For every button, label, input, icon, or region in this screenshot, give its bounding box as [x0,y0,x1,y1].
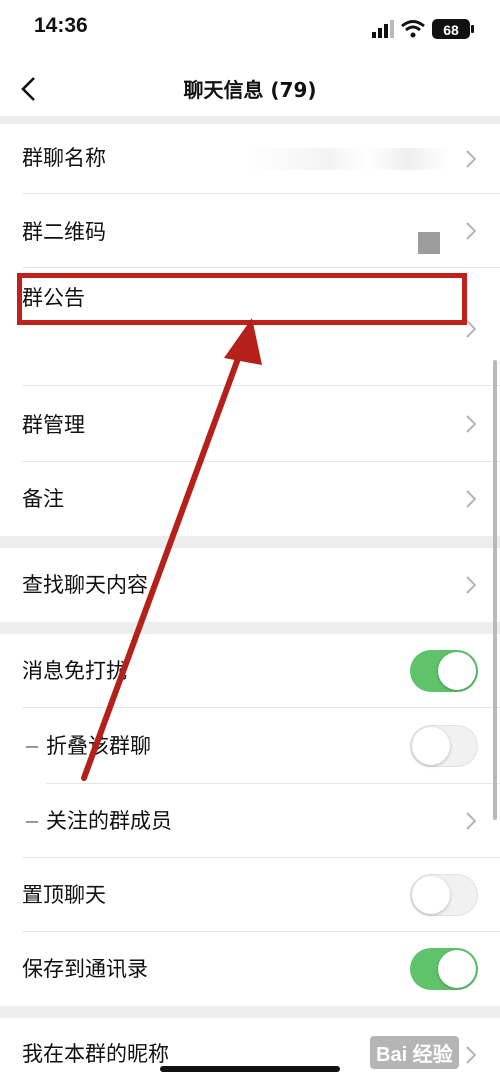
search-history-label: 查找聊天内容 [22,573,148,597]
pin-chat-toggle[interactable] [410,874,478,916]
mute-toggle[interactable] [410,650,478,692]
chevron-right-icon [466,415,476,433]
watermark: Bai 经验 [370,1036,459,1069]
qr-code-icon [418,232,440,254]
row-save-contacts: 保存到通讯录 [0,932,500,1006]
wifi-icon [401,20,425,38]
chevron-right-icon [466,1046,476,1064]
battery-level: 68 [443,22,459,38]
fold-chat-toggle[interactable] [410,725,478,767]
chevron-right-icon [466,320,476,338]
status-time: 14:36 [34,14,88,37]
group-name-label: 群聊名称 [22,146,106,170]
my-nickname-label: 我在本群的昵称 [22,1042,169,1066]
status-bar: 14:36 68 [0,0,500,62]
row-watched-members[interactable]: 关注的群成员 [0,784,500,858]
status-icons: 68 [372,19,474,39]
watched-members-label: 关注的群成员 [46,809,172,833]
chevron-right-icon [466,812,476,830]
group-qr-label: 群二维码 [22,220,106,244]
row-group-qr[interactable]: 群二维码 [0,194,500,268]
chevron-right-icon [466,490,476,508]
save-contacts-label: 保存到通讯录 [22,957,148,981]
signal-icon [372,20,394,38]
sub-item-dash [26,821,38,823]
chevron-right-icon [466,222,476,240]
home-indicator [160,1066,340,1072]
save-contacts-toggle[interactable] [410,948,478,990]
chevron-right-icon [466,150,476,168]
mute-label: 消息免打扰 [22,659,127,683]
group-name-value-blurred [248,148,448,170]
row-remark[interactable]: 备注 [0,462,500,536]
chevron-right-icon [466,576,476,594]
manage-label: 群管理 [22,413,85,437]
row-pin-chat: 置顶聊天 [0,858,500,932]
fold-chat-label: 折叠该群聊 [46,734,151,758]
row-search-history[interactable]: 查找聊天内容 [0,548,500,622]
page-title: 聊天信息 (79) [183,78,317,102]
sub-item-dash [26,746,38,748]
announcement-highlight-box [17,273,467,325]
row-group-name[interactable]: 群聊名称 [0,124,500,194]
row-mute: 消息免打扰 [0,634,500,708]
remark-label: 备注 [22,487,64,511]
battery-icon: 68 [432,19,474,39]
row-fold-chat: 折叠该群聊 [0,708,500,784]
row-manage[interactable]: 群管理 [0,386,500,462]
pin-chat-label: 置顶聊天 [22,883,106,907]
scrollbar[interactable] [493,360,497,820]
nav-bar: 聊天信息 (79) [0,62,500,116]
